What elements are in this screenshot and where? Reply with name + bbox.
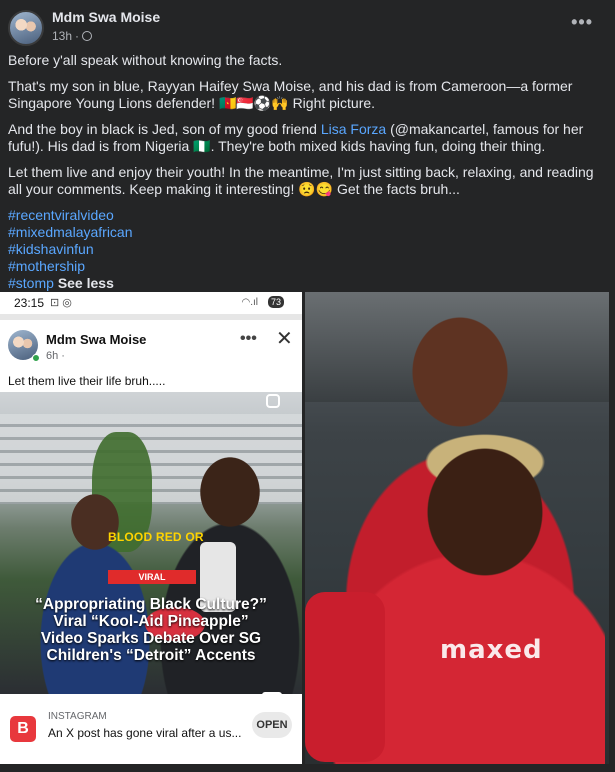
caption-paragraph-1: Before y'all speak without knowing the f…: [8, 52, 283, 68]
post-caption: Before y'all speak without knowing the f…: [8, 52, 606, 292]
signal-icon: ◠.ıl: [241, 297, 258, 308]
hashtag-link[interactable]: #mixedmalayafrican: [8, 224, 606, 241]
hashtag-link[interactable]: #kidshavinfun: [8, 241, 606, 258]
caption-paragraph-2: That's my son in blue, Rayyan Haifey Swa…: [8, 78, 573, 111]
facebook-post: Mdm Swa Moise 13h · ••• Before y'all spe…: [0, 0, 615, 772]
status-bar: 23:15 ⊡ ◎ ◠.ıl 73: [0, 292, 302, 314]
link-source: INSTAGRAM: [48, 711, 107, 722]
headline-line: Video Sparks Debate Over SG: [40, 630, 262, 647]
author-name[interactable]: Mdm Swa Moise: [52, 9, 160, 25]
author-avatar[interactable]: [8, 10, 44, 46]
mention-link[interactable]: Lisa Forza: [321, 121, 386, 137]
embedded-more-icon: •••: [240, 330, 257, 347]
post-header: Mdm Swa Moise 13h · •••: [0, 0, 615, 48]
open-button: OPEN: [252, 712, 292, 738]
caption-paragraph-3: And the boy in black is Jed, son of my g…: [8, 121, 606, 155]
caption-text: And the boy in black is Jed, son of my g…: [8, 121, 321, 137]
hashtag-link[interactable]: #mothership: [8, 258, 606, 275]
hashtag-link[interactable]: #stomp: [8, 275, 54, 291]
battery-icon: 73: [267, 296, 284, 308]
instagram-icon: [266, 394, 280, 408]
image-overlay-text: BLOOD RED OR: [108, 530, 204, 544]
publisher-logo-icon: B: [10, 716, 36, 742]
player-arm: [305, 592, 385, 762]
hashtag-row: #stomp See less: [8, 275, 606, 292]
online-status-icon: [32, 354, 40, 362]
embedded-post-time: 6h ·: [46, 350, 65, 362]
dot-separator: ·: [75, 29, 80, 43]
hashtag-list: #recentviralvideo #mixedmalayafrican #ki…: [8, 207, 606, 292]
headline-line: Children's “Detroit” Accents: [46, 647, 256, 664]
embedded-post-text: Let them live their life bruh.....: [8, 374, 166, 388]
football-photo[interactable]: maxed: [305, 292, 609, 764]
jersey-sponsor-text: maxed: [440, 635, 543, 665]
headline-line: Viral “Kool-Aid Pineapple”: [53, 613, 249, 630]
see-less-button[interactable]: See less: [58, 275, 114, 291]
tab-strip: [0, 314, 302, 320]
status-icons: ⊡ ◎: [50, 297, 72, 309]
phone-screenshot-image[interactable]: 23:15 ⊡ ◎ ◠.ıl 73 Mdm Swa Moise 6h · •••…: [0, 292, 302, 764]
globe-icon: [82, 31, 93, 41]
news-headline: “Appropriating Black Culture?” Viral “Ko…: [0, 596, 302, 664]
headline-line: “Appropriating Black Culture?”: [35, 596, 267, 613]
caption-paragraph-4: Let them live and enjoy their youth! In …: [8, 164, 594, 197]
embedded-close-icon: ✕: [276, 328, 293, 350]
post-time[interactable]: 13h: [52, 29, 72, 43]
link-title: An X post has gone viral after a us...: [48, 726, 242, 740]
link-preview: B INSTAGRAM An X post has gone viral aft…: [0, 696, 302, 764]
post-meta: 13h ·: [52, 29, 93, 43]
status-time: 23:15: [14, 296, 45, 310]
more-horizontal-icon[interactable]: •••: [571, 12, 593, 33]
viral-badge: VIRAL: [108, 570, 196, 584]
embedded-news-image: BLOOD RED OR VIRAL “Appropriating Black …: [0, 392, 302, 694]
embedded-author-name: Mdm Swa Moise: [46, 332, 147, 347]
hashtag-link[interactable]: #recentviralvideo: [8, 207, 606, 224]
